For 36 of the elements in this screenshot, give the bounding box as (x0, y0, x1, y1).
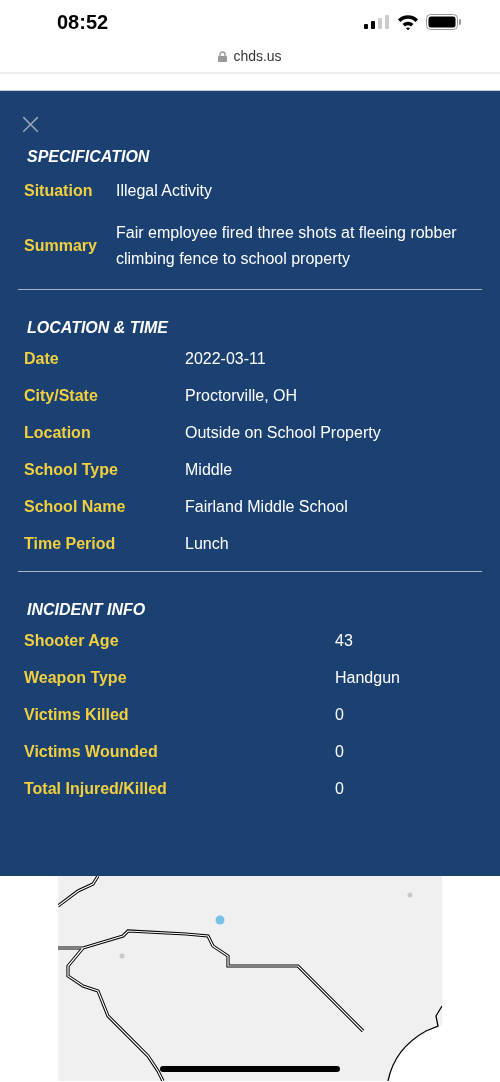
field-label: City/State (24, 386, 99, 406)
field-label: Date (24, 349, 60, 369)
field-value: Handgun (335, 668, 401, 688)
status-time: 08:52 (57, 10, 109, 34)
battery-icon (426, 14, 462, 30)
field-label: Location (24, 423, 92, 443)
field-label: Weapon Type (24, 668, 128, 688)
field-label: Time Period (24, 534, 117, 554)
field-value: Fairland Middle School (185, 497, 349, 517)
field-value: Fair employee fired three shots at fleeing robber climbing fence to school property (116, 223, 458, 269)
field-value: Lunch (185, 534, 230, 554)
field-value: Outside on School Property (185, 423, 382, 443)
field-label: Summary (24, 236, 98, 256)
field-value: 43 (335, 631, 354, 651)
wifi-icon (397, 14, 419, 30)
section-heading: INCIDENT INFO (26, 600, 147, 620)
field-label: Victims Killed (24, 705, 130, 725)
lock-icon (218, 50, 228, 62)
field-label: School Type (24, 460, 119, 480)
signal-icon (364, 15, 390, 29)
close-button[interactable]: × (18, 109, 44, 139)
url-text[interactable]: chds.us (233, 48, 282, 64)
section-heading: LOCATION & TIME (26, 318, 170, 338)
field-value: Middle (185, 460, 234, 480)
field-label: School Name (24, 497, 127, 517)
field-value: 0 (335, 779, 345, 799)
section-heading: SPECIFICATION (26, 147, 151, 167)
field-value: 0 (335, 742, 345, 762)
field-value: Illegal Activity (116, 181, 214, 201)
field-value: 2022-03-11 (185, 349, 267, 369)
field-value: 0 (335, 705, 345, 725)
field-label: Victims Wounded (24, 742, 159, 762)
field-label: Shooter Age (24, 631, 120, 651)
field-label: Situation (24, 181, 94, 201)
field-label: Total Injured/Killed (24, 779, 168, 799)
field-value: Proctorville, OH (185, 386, 299, 406)
